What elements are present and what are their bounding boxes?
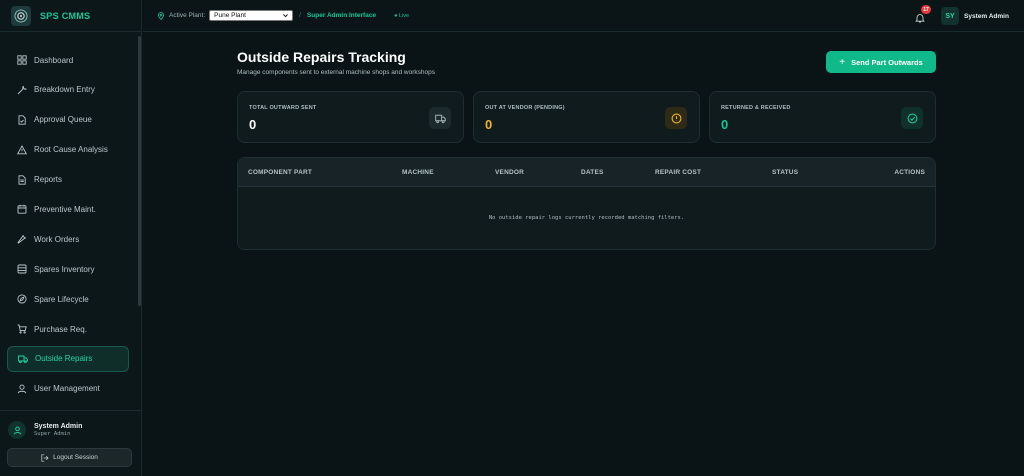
stat-card-out-at-vendor: OUT AT VENDOR (PENDING) 0 — [473, 91, 700, 143]
avatar — [8, 421, 26, 439]
sidebar-item-breakdown-entry[interactable]: Breakdown Entry — [7, 77, 129, 103]
column-header-status[interactable]: STATUS — [772, 169, 798, 176]
sidebar-item-outside-repairs[interactable]: Outside Repairs — [7, 345, 129, 372]
wrench-icon — [17, 85, 27, 95]
sidebar-item-label: Dashboard — [34, 55, 74, 65]
user-menu[interactable]: SY System Admin — [941, 7, 1009, 25]
truck-icon — [429, 107, 451, 129]
page-subtitle: Manage components sent to external machi… — [237, 69, 436, 76]
sidebar-item-user-management[interactable]: User Management — [7, 376, 129, 402]
interface-label: Super Admin Interface — [306, 12, 377, 19]
app-name: SPS CMMS — [40, 10, 91, 21]
sidebar-user-role: Super Admin — [34, 431, 71, 437]
avatar: SY — [941, 7, 959, 25]
sidebar-item-preventive-maint[interactable]: Preventive Maint. — [7, 196, 129, 222]
stat-value: 0 — [485, 117, 493, 132]
sidebar-user: System Admin Super Admin — [8, 421, 82, 439]
file-text-icon — [18, 174, 26, 185]
column-header-actions: ACTIONS — [894, 169, 925, 176]
stat-label: TOTAL OUTWARD SENT — [249, 105, 317, 111]
column-header-vendor[interactable]: VENDOR — [495, 169, 524, 176]
alert-triangle-icon — [17, 144, 27, 154]
sidebar-item-label: Spare Lifecycle — [34, 294, 89, 304]
sidebar-nav: Dashboard Breakdown Entry Approval Queue… — [7, 47, 129, 406]
alert-circle-icon — [665, 107, 687, 129]
stat-value: 0 — [721, 117, 729, 132]
sidebar-item-label: Work Orders — [34, 234, 80, 244]
user-name: System Admin — [964, 12, 1009, 20]
sidebar-item-dashboard[interactable]: Dashboard — [7, 47, 129, 73]
notifications-button[interactable]: 17 — [915, 5, 931, 23]
app-logo-icon — [11, 5, 31, 26]
file-check-icon — [18, 115, 26, 125]
user-icon — [17, 384, 27, 394]
logout-button[interactable]: Logout Session — [7, 448, 132, 467]
cart-icon — [17, 324, 27, 334]
outside-repairs-table: COMPONENT PART MACHINE VENDOR DATES REPA… — [237, 157, 936, 250]
chevron-down-icon — [283, 14, 289, 18]
sidebar-item-label: Root Cause Analysis — [34, 145, 108, 155]
check-circle-icon — [901, 107, 923, 129]
column-header-machine[interactable]: MACHINE — [402, 169, 434, 176]
database-icon — [17, 264, 27, 274]
sidebar-item-approval-queue[interactable]: Approval Queue — [7, 107, 129, 133]
plant-label: Active Plant: — [169, 12, 206, 19]
plus-icon: + — [839, 56, 846, 68]
sidebar-footer: System Admin Super Admin Logout Session — [0, 410, 142, 476]
calendar-icon — [17, 205, 27, 215]
page-title: Outside Repairs Tracking — [237, 49, 406, 65]
sidebar-item-label: Reports — [34, 175, 63, 185]
sidebar-item-label: Purchase Req. — [34, 324, 87, 334]
column-header-repair-cost[interactable]: REPAIR COST — [655, 169, 701, 176]
stat-value: 0 — [249, 117, 257, 132]
sidebar-item-purchase-req[interactable]: Purchase Req. — [7, 316, 129, 342]
send-part-outwards-button[interactable]: + Send Part Outwards — [826, 51, 936, 73]
sidebar-user-name: System Admin — [34, 423, 83, 430]
stat-card-returned: RETURNED & RECEIVED 0 — [709, 91, 936, 143]
column-header-component-part[interactable]: COMPONENT PART — [248, 169, 312, 176]
sidebar-item-spares-inventory[interactable]: Spares Inventory — [7, 256, 129, 282]
sidebar-item-work-orders[interactable]: Work Orders — [7, 226, 129, 252]
stat-card-total-outward: TOTAL OUTWARD SENT 0 — [237, 91, 464, 143]
sidebar-item-spare-lifecycle[interactable]: Spare Lifecycle — [7, 286, 129, 312]
brand[interactable]: SPS CMMS — [0, 0, 141, 32]
column-header-dates[interactable]: DATES — [581, 169, 604, 176]
topbar: Active Plant: Pune Plant / Super Admin I… — [143, 0, 1024, 32]
tool-icon — [17, 235, 26, 244]
table-header: COMPONENT PART MACHINE VENDOR DATES REPA… — [238, 158, 935, 187]
sidebar-item-label: Breakdown Entry — [34, 85, 95, 95]
grid-icon — [17, 55, 27, 65]
logout-icon — [41, 453, 49, 462]
stat-label: OUT AT VENDOR (PENDING) — [485, 105, 565, 111]
user-icon — [13, 426, 21, 434]
sidebar-item-label: Spares Inventory — [34, 264, 95, 274]
sidebar-item-label: Outside Repairs — [35, 354, 93, 364]
plant-select-value: Pune Plant — [214, 12, 246, 19]
plant-selector-group: Active Plant: Pune Plant / Super Admin I… — [157, 10, 409, 21]
breadcrumb-separator: / — [299, 12, 301, 19]
sidebar-scrollbar[interactable] — [138, 36, 141, 306]
sidebar: SPS CMMS Dashboard Breakdown Entry Appro… — [0, 0, 142, 476]
send-part-outwards-label: Send Part Outwards — [851, 57, 923, 67]
bell-icon — [915, 14, 925, 23]
sidebar-item-label: User Management — [34, 384, 100, 394]
live-status-badge: ● Live — [394, 12, 410, 19]
sidebar-item-reports[interactable]: Reports — [7, 167, 129, 193]
plant-select[interactable]: Pune Plant — [209, 10, 294, 21]
notification-count-badge: 17 — [921, 5, 931, 14]
sidebar-item-label: Approval Queue — [34, 115, 92, 125]
map-pin-icon — [158, 11, 164, 20]
stat-label: RETURNED & RECEIVED — [721, 105, 791, 111]
table-empty-message: No outside repair logs currently recorde… — [488, 215, 685, 221]
compass-icon — [17, 294, 27, 304]
sidebar-item-label: Preventive Maint. — [34, 204, 96, 214]
truck-icon — [18, 355, 28, 364]
logout-label: Logout Session — [53, 454, 98, 461]
sidebar-item-root-cause-analysis[interactable]: Root Cause Analysis — [7, 137, 129, 163]
